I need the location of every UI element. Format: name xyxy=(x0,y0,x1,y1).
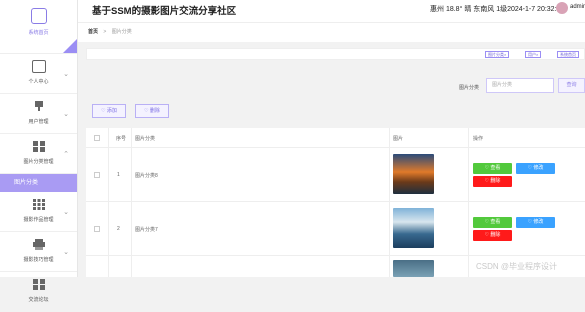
sidebar-home-label: 系统首页 xyxy=(28,30,49,36)
weather-info: 惠州 18.8° 晴 东南风 1级2024-1-7 20:32:42 xyxy=(430,6,565,13)
row-category: 图片分类7 xyxy=(135,227,158,233)
header-index: 序号 xyxy=(116,136,127,142)
delete-button-label: 删除 xyxy=(490,178,501,184)
batch-delete-button[interactable]: ♡ 删除 xyxy=(135,104,169,118)
header-image: 图片 xyxy=(393,136,404,142)
row-category: 图片分类8 xyxy=(135,173,158,179)
add-button-label: 添加 xyxy=(106,108,117,114)
app-title: 基于SSM的摄影图片交流分享社区 xyxy=(92,6,237,17)
sidebar-item-label: 用户管理 xyxy=(28,119,49,125)
username[interactable]: admin xyxy=(570,4,585,10)
sidebar-item-category-manage[interactable]: 图片分类管理 ⌃ xyxy=(0,140,77,174)
edit-button-label: 修改 xyxy=(533,219,544,225)
chevron-up-icon: ⌃ xyxy=(63,151,69,158)
tab-category[interactable]: 图片分类× xyxy=(485,51,510,58)
row-checkbox[interactable] xyxy=(94,226,100,232)
edit-button[interactable]: ♡ 修改 xyxy=(516,217,555,228)
corner-marker xyxy=(63,39,77,53)
row-index: 1 xyxy=(117,172,120,178)
delete-button[interactable]: ♡ 删除 xyxy=(473,176,512,187)
search-input[interactable]: 图片分类 xyxy=(486,78,554,93)
sidebar-item-profile[interactable]: 个人中心 ⌄ xyxy=(0,60,77,94)
sidebar-item-users[interactable]: 用户管理 ⌄ xyxy=(0,100,77,134)
sidebar: 系统首页 个人中心 ⌄ 用户管理 ⌄ 图片分类管理 ⌃ 图片分类 摄影作品管理 … xyxy=(0,0,78,303)
sidebar-item-tips[interactable]: 摄影技巧管理 ⌄ xyxy=(0,238,77,272)
tab-users[interactable]: 用户× xyxy=(525,51,542,58)
breadcrumb-home[interactable]: 首页 xyxy=(88,29,98,35)
view-button[interactable]: ♡ 查看 xyxy=(473,163,512,174)
table-row: 1 图片分类8 ♡ 查看 ♡ 修改 ♡ 删除 xyxy=(86,148,585,202)
header-category: 图片分类 xyxy=(135,136,156,142)
sidebar-item-label: 摄影技巧管理 xyxy=(23,257,54,263)
category-image[interactable] xyxy=(393,260,434,277)
table-row: 2 图片分类7 ♡ 查看 ♡ 修改 ♡ 删除 xyxy=(86,202,585,256)
view-button[interactable]: ♡ 查看 xyxy=(473,217,512,228)
home-icon xyxy=(30,8,47,24)
breadcrumb: 首页 > 图片分类 xyxy=(78,22,585,42)
grid-icon xyxy=(32,140,46,153)
view-button-label: 查看 xyxy=(490,165,501,171)
avatar[interactable] xyxy=(556,2,568,14)
chevron-down-icon: ⌄ xyxy=(63,111,69,118)
tab-bar: 图片分类× 用户× 系统首页 xyxy=(86,48,585,60)
tab-home[interactable]: 系统首页 xyxy=(557,51,579,58)
sidebar-home[interactable]: 系统首页 xyxy=(0,8,77,54)
row-checkbox[interactable] xyxy=(94,172,100,178)
breadcrumb-separator: > xyxy=(103,29,107,35)
grid-icon xyxy=(32,198,46,211)
sidebar-item-label: 摄影作品管理 xyxy=(23,217,54,223)
delete-button[interactable]: ♡ 删除 xyxy=(473,230,512,241)
search-label: 图片分类 xyxy=(459,85,480,91)
chevron-down-icon: ⌄ xyxy=(63,209,69,216)
category-table: 序号 图片分类 图片 操作 1 图片分类8 ♡ 查看 ♡ 修改 ♡ 删除 2 图… xyxy=(86,128,585,277)
table-header: 序号 图片分类 图片 操作 xyxy=(86,128,585,148)
sidebar-item-label: 个人中心 xyxy=(28,79,49,85)
top-bar: 基于SSM的摄影图片交流分享社区 惠州 18.8° 晴 东南风 1级2024-1… xyxy=(78,0,585,22)
profile-icon xyxy=(31,60,46,73)
chevron-down-icon: ⌄ xyxy=(63,249,69,256)
delete-button-label: 删除 xyxy=(490,232,501,238)
chevron-down-icon: ⌄ xyxy=(63,71,69,78)
row-index: 2 xyxy=(117,226,120,232)
header-actions: 操作 xyxy=(473,136,484,142)
sidebar-item-label: 图片分类管理 xyxy=(23,159,54,165)
edit-button[interactable]: ♡ 修改 xyxy=(516,163,555,174)
add-button[interactable]: ♡ 添加 xyxy=(92,104,126,118)
printer-icon xyxy=(32,238,46,251)
category-image[interactable] xyxy=(393,154,434,194)
user-icon xyxy=(32,100,46,113)
sidebar-item-works[interactable]: 摄影作品管理 ⌄ xyxy=(0,198,77,232)
watermark: CSDN @毕业程序设计 xyxy=(476,262,558,271)
view-button-label: 查看 xyxy=(490,219,501,225)
select-all-checkbox[interactable] xyxy=(94,135,100,141)
sidebar-item-label: 交流论坛 xyxy=(28,297,49,303)
search-button[interactable]: 查询 xyxy=(558,78,585,93)
grid-icon xyxy=(32,278,46,291)
sidebar-subitem-category[interactable]: 图片分类 xyxy=(0,174,77,192)
category-image[interactable] xyxy=(393,208,434,248)
sidebar-item-forum[interactable]: 交流论坛 xyxy=(0,278,77,312)
delete-button-label: 删除 xyxy=(149,108,160,114)
edit-button-label: 修改 xyxy=(533,165,544,171)
breadcrumb-current: 图片分类 xyxy=(111,29,132,35)
